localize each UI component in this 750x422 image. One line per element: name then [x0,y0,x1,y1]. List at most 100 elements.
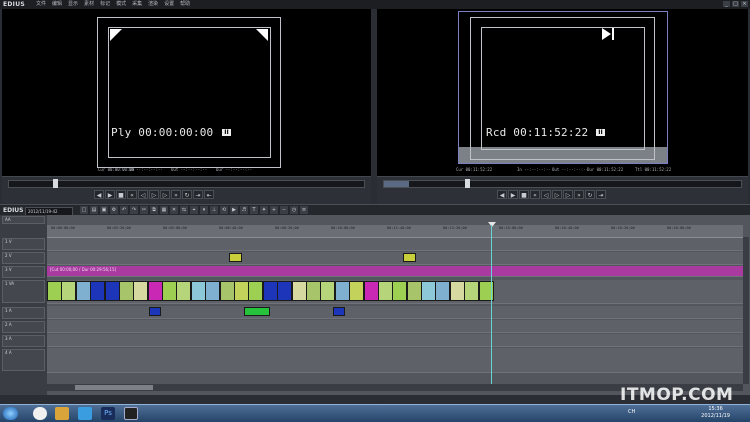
step-forward-button[interactable]: ▷ [563,190,573,199]
track-header-1va[interactable]: 1 VA [2,280,45,303]
loop-button[interactable]: ↻ [585,190,595,199]
timeline-clip[interactable] [61,281,77,301]
menu-icon[interactable]: ≡ [300,206,308,214]
timeline-clip[interactable] [190,281,206,301]
video-clip-strip[interactable] [47,281,494,301]
rewind-button[interactable]: « [530,190,540,199]
marker-icon[interactable]: ▾ [200,206,208,214]
player-shuttle-slider[interactable] [8,179,365,188]
prev-frame-button[interactable]: ■ [116,190,126,199]
timeline-clip[interactable] [90,281,106,301]
save-icon[interactable]: ▣ [100,206,108,214]
undo-icon[interactable]: ↶ [120,206,128,214]
time-ruler[interactable]: 00:00:00;00 00:03:20;00 00:05:00;00 00:0… [47,225,743,238]
insert-button[interactable]: ⇥ [193,190,203,199]
track-header-2v[interactable]: 2 V [2,252,45,264]
timeline-clip[interactable] [277,281,293,301]
menu-item-file[interactable]: 文件 [36,0,46,9]
export-button[interactable]: ⇥ [596,190,606,199]
zoom-out-icon[interactable]: − [280,206,288,214]
timeline-clip[interactable] [406,281,422,301]
timeline-clip[interactable] [229,253,242,262]
recorder-monitor[interactable]: Rcd 00:11:52:22 II Cur 00:11:52:22 In --… [377,9,748,176]
recorder-shuttle-slider[interactable] [383,179,742,188]
timeline-clip[interactable] [334,281,350,301]
menu-item-view[interactable]: 显示 [68,0,78,9]
play-button[interactable]: ▷ [149,190,159,199]
timeline-clip[interactable] [176,281,192,301]
timeline-clip[interactable] [104,281,120,301]
track-header-3a[interactable]: 3 A [2,335,45,347]
track-lane-3a[interactable] [47,334,743,347]
timeline-clip[interactable] [262,281,278,301]
timeline-clip[interactable] [133,281,149,301]
ripple-icon[interactable]: ⇆ [180,206,188,214]
recorder-slider-knob[interactable] [465,179,470,188]
player-monitor[interactable]: Ply 00:00:00:00 II Cur 00:00:00:00 In --… [2,9,371,176]
timeline-clip[interactable] [118,281,134,301]
timeline-clip[interactable] [403,253,416,262]
playhead[interactable] [491,225,492,390]
scrollbar-thumb[interactable] [75,385,153,390]
track-lane-2a[interactable] [47,320,743,333]
maximize-button[interactable]: □ [732,1,739,7]
title-track-lane[interactable]: [Cut 00:00;00 / Dur 00:29:56;15] [47,266,743,277]
menu-item-edit[interactable]: 编辑 [52,0,62,9]
timeline-clip[interactable] [205,281,221,301]
timer-icon[interactable]: ◷ [290,206,298,214]
track-lane-4a[interactable] [47,348,743,373]
timeline-clip[interactable] [421,281,437,301]
effects-icon[interactable]: ✦ [260,206,268,214]
track-header-4a[interactable]: 4 A [2,349,45,371]
set-out-button[interactable]: ▶ [508,190,518,199]
media-player-icon[interactable] [78,407,92,420]
timeline-vertical-scrollbar[interactable] [743,237,749,384]
menu-item-help[interactable]: 帮助 [180,0,190,9]
loop-button[interactable]: ↻ [182,190,192,199]
timeline-clip[interactable] [392,281,408,301]
set-in-button[interactable]: ◀ [94,190,104,199]
player-slider-knob[interactable] [53,179,58,188]
language-indicator[interactable]: CH [628,409,635,415]
step-back-button[interactable]: ◁ [138,190,148,199]
menu-item-capture[interactable]: 采集 [132,0,142,9]
timeline-clip[interactable] [162,281,178,301]
redo-icon[interactable]: ↷ [130,206,138,214]
rewind-button[interactable]: « [127,190,137,199]
sync-icon[interactable]: ⟲ [220,206,228,214]
step-forward-button[interactable]: ▷ [160,190,170,199]
menu-item-render[interactable]: 渲染 [148,0,158,9]
timeline-clip[interactable] [435,281,451,301]
edius-icon[interactable] [124,407,138,420]
settings-icon[interactable]: ⚙ [110,206,118,214]
menu-item-settings[interactable]: 设置 [164,0,174,9]
photoshop-icon[interactable]: Ps [101,407,115,420]
paste-icon[interactable]: ▦ [160,206,168,214]
cut-icon[interactable]: ✂ [140,206,148,214]
timeline-clip[interactable] [291,281,307,301]
copy-icon[interactable]: ⧉ [150,206,158,214]
minimize-button[interactable]: _ [723,1,730,7]
timeline-clip[interactable] [320,281,336,301]
start-button-icon[interactable] [3,407,18,420]
timeline-clip[interactable] [349,281,365,301]
zoom-in-icon[interactable]: + [270,206,278,214]
explorer-icon[interactable] [55,407,69,420]
render-icon[interactable]: ▶ [230,206,238,214]
fast-forward-button[interactable]: » [171,190,181,199]
set-out-button[interactable]: ▶ [105,190,115,199]
track-toggle[interactable]: AA [2,216,45,224]
timeline-clip[interactable] [363,281,379,301]
set-in-button[interactable]: ◀ [497,190,507,199]
track-lane-2v[interactable] [47,252,743,265]
open-icon[interactable]: ▤ [90,206,98,214]
timeline-clip[interactable] [244,307,270,316]
timeline-clip[interactable] [234,281,250,301]
delete-icon[interactable]: ✕ [170,206,178,214]
prev-edit-button[interactable]: ■ [519,190,529,199]
menu-item-mode[interactable]: 模式 [116,0,126,9]
fast-forward-button[interactable]: » [574,190,584,199]
timeline-clip[interactable] [219,281,235,301]
track-lane-1a[interactable] [47,306,743,319]
playhead-handle[interactable] [488,222,496,227]
